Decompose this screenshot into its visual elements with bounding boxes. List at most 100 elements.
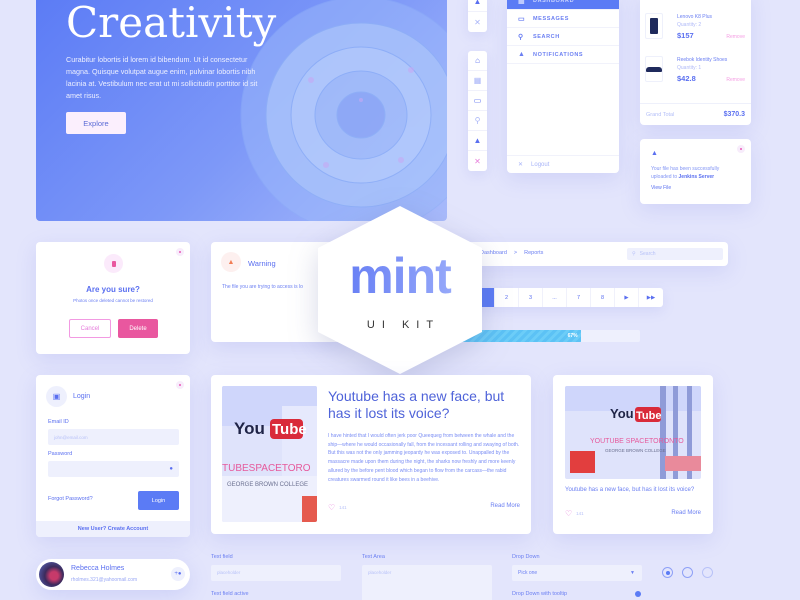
remove-link[interactable]: Remove bbox=[726, 77, 745, 83]
search-icon[interactable]: ⚲ bbox=[468, 111, 487, 131]
close-icon[interactable]: ✕ bbox=[468, 151, 487, 171]
last-page-icon[interactable]: ▶▶ bbox=[639, 288, 663, 307]
hero-banner: Creativity Curabitur lobortis id lorem i… bbox=[36, 0, 447, 221]
item-name: Reebok Identity Shoes bbox=[677, 57, 728, 63]
read-more-link[interactable]: Read More bbox=[671, 510, 701, 516]
text-area[interactable]: placeholder bbox=[362, 565, 492, 600]
like-count: 141 bbox=[576, 511, 584, 516]
home-icon[interactable]: ⌂ bbox=[468, 51, 487, 71]
breadcrumb-reports[interactable]: Reports bbox=[524, 250, 543, 256]
text-area-label: Text Area bbox=[362, 554, 385, 560]
brand-subtitle: UI KIT bbox=[366, 319, 441, 331]
svg-text:GEORGE BROWN COLLEGE: GEORGE BROWN COLLEGE bbox=[605, 448, 666, 453]
grid-icon[interactable]: ▦ bbox=[468, 71, 487, 91]
notification-text: Your file has been successfully uploaded… bbox=[651, 165, 741, 181]
brand-badge: mint UI KIT bbox=[318, 206, 482, 374]
close-icon[interactable] bbox=[176, 381, 184, 389]
dropdown-select[interactable]: Pick one ▼ bbox=[512, 565, 642, 581]
read-more-link[interactable]: Read More bbox=[490, 503, 520, 509]
text-field-placeholder: placeholder bbox=[217, 570, 241, 575]
search-input[interactable]: ⚲ Search bbox=[627, 248, 723, 260]
forgot-password-link[interactable]: Forgot Password? bbox=[48, 496, 93, 502]
dropdown-tooltip-label: Drop Down with tooltip bbox=[512, 591, 568, 597]
close-icon[interactable] bbox=[737, 145, 745, 153]
nav-item-dashboard[interactable]: ▦ DASHBOARD bbox=[507, 0, 619, 10]
grid-icon: ▦ bbox=[518, 0, 526, 5]
password-field[interactable]: ● bbox=[48, 461, 179, 477]
progress-bar: 67% bbox=[460, 330, 640, 342]
warning-message: The file you are trying to access is lo bbox=[222, 284, 303, 290]
search-icon: ⚲ bbox=[518, 33, 524, 41]
login-button[interactable]: Login bbox=[138, 491, 179, 510]
chevron-down-icon: ▼ bbox=[630, 570, 635, 576]
email-field[interactable]: john@email.com bbox=[48, 429, 179, 445]
delete-button[interactable]: Delete bbox=[118, 319, 158, 338]
breadcrumb-separator: > bbox=[513, 250, 518, 256]
grand-total-value: $370.3 bbox=[723, 111, 745, 118]
cart-item: Lenovo K8 Plus Quantity: 2 $157 Remove bbox=[645, 9, 745, 49]
item-name: Lenovo K8 Plus bbox=[677, 14, 713, 20]
article-image: You Tube YOUTUBE SPACETORONTO GEORGE BRO… bbox=[565, 386, 701, 479]
nav-item-notifications[interactable]: ▲ NOTIFICATIONS bbox=[507, 46, 619, 64]
email-label: Email ID bbox=[48, 419, 69, 425]
heart-icon: ♡ bbox=[328, 503, 336, 512]
page-ellipsis: ... bbox=[543, 288, 567, 307]
article-image: You Tube TUBESPACETORO GEORGE BROWN COLL… bbox=[222, 386, 317, 522]
next-page-icon[interactable]: ▶ bbox=[615, 288, 639, 307]
remove-link[interactable]: Remove bbox=[726, 34, 745, 40]
radio-button-selected[interactable] bbox=[662, 567, 673, 578]
email-placeholder: john@email.com bbox=[54, 434, 88, 440]
shoe-thumbnail bbox=[645, 56, 663, 82]
page-8[interactable]: 8 bbox=[591, 288, 615, 307]
radio-button-disabled[interactable] bbox=[702, 567, 713, 578]
logout-item[interactable]: ✕ Logout bbox=[507, 155, 619, 173]
breadcrumb-dashboard[interactable]: Dashboard bbox=[480, 250, 507, 256]
close-icon[interactable] bbox=[176, 248, 184, 256]
like-button[interactable]: ♡ 141 bbox=[328, 503, 347, 512]
article-title[interactable]: Youtube has a new face, but has it lost … bbox=[565, 486, 700, 495]
warning-title: Warning bbox=[248, 259, 276, 268]
item-quantity: Quantity: 2 bbox=[677, 22, 702, 28]
radio-button[interactable] bbox=[682, 567, 693, 578]
confirm-dialog: Are you sure? Photos once deleted cannot… bbox=[36, 242, 190, 354]
grand-total-label: Grand Total bbox=[646, 111, 675, 118]
page-3[interactable]: 3 bbox=[519, 288, 543, 307]
nav-item-messages[interactable]: ▭ MESSAGES bbox=[507, 10, 619, 28]
message-icon: ▭ bbox=[518, 15, 526, 23]
like-count: 141 bbox=[339, 505, 347, 510]
close-icon[interactable]: ✕ bbox=[468, 12, 487, 32]
view-file-link[interactable]: View File bbox=[651, 185, 671, 191]
message-icon[interactable]: ▭ bbox=[468, 91, 487, 111]
explore-button[interactable]: Explore bbox=[66, 112, 126, 134]
lock-icon: ▣ bbox=[46, 386, 67, 407]
hero-description: Curabitur lobortis id lorem id bibendum.… bbox=[66, 55, 258, 100]
grand-total-row: Grand Total $370.3 bbox=[640, 103, 751, 125]
login-card: ▣ Login Email ID john@email.com Password… bbox=[36, 375, 190, 537]
page-7[interactable]: 7 bbox=[567, 288, 591, 307]
cancel-button[interactable]: Cancel bbox=[69, 319, 111, 338]
page-2[interactable]: 2 bbox=[495, 288, 519, 307]
breadcrumb: Dashboard > Reports bbox=[480, 250, 543, 256]
brand-name: mint bbox=[318, 248, 482, 304]
text-field[interactable]: placeholder bbox=[211, 565, 341, 581]
article-title[interactable]: Youtube has a new face, but has it lost … bbox=[328, 388, 523, 422]
profile-name: Rebecca Holmes bbox=[71, 565, 125, 572]
nav-label: DASHBOARD bbox=[533, 0, 575, 4]
heart-icon: ♡ bbox=[565, 509, 573, 518]
like-button[interactable]: ♡ 141 bbox=[565, 509, 584, 518]
article-card: You Tube TUBESPACETORO GEORGE BROWN COLL… bbox=[211, 375, 531, 534]
eye-icon[interactable]: ● bbox=[169, 466, 173, 472]
svg-text:TUBESPACETORO: TUBESPACETORO bbox=[222, 463, 311, 474]
icon-rail-top: ▲ ✕ bbox=[468, 0, 487, 32]
add-user-icon[interactable]: +● bbox=[171, 567, 185, 581]
create-account-link[interactable]: New User? Create Account bbox=[36, 521, 190, 537]
icon-rail: ⌂ ▦ ▭ ⚲ ▲ ✕ bbox=[468, 51, 487, 171]
nav-label: MESSAGES bbox=[533, 15, 569, 22]
bell-icon[interactable]: ▲ bbox=[468, 0, 487, 12]
bell-icon[interactable]: ▲ bbox=[468, 131, 487, 151]
info-icon[interactable] bbox=[635, 591, 641, 597]
hero-title: Creativity bbox=[66, 0, 277, 47]
nav-menu: ▦ DASHBOARD ▭ MESSAGES ⚲ SEARCH ▲ NOTIFI… bbox=[507, 0, 619, 173]
item-quantity: Quantity: 1 bbox=[677, 65, 702, 71]
nav-item-search[interactable]: ⚲ SEARCH bbox=[507, 28, 619, 46]
